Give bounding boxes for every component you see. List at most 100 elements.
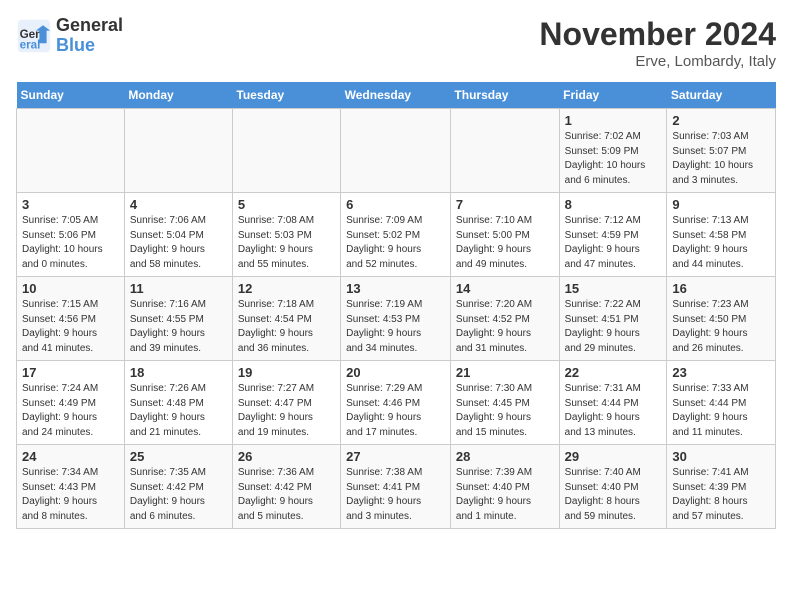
day-number: 18 [130,365,227,380]
weekday-header-row: SundayMondayTuesdayWednesdayThursdayFrid… [17,82,776,109]
day-number: 9 [672,197,770,212]
day-info: Sunrise: 7:06 AM Sunset: 5:04 PM Dayligh… [130,214,227,272]
day-number: 5 [238,197,335,212]
day-info: Sunrise: 7:16 AM Sunset: 4:55 PM Dayligh… [130,298,227,356]
calendar-cell: 20 Sunrise: 7:29 AM Sunset: 4:46 PM Dayli… [341,361,451,445]
calendar-cell: 5 Sunrise: 7:08 AM Sunset: 5:03 PM Daylig… [232,193,340,277]
day-number: 30 [672,449,770,464]
day-info: Sunrise: 7:03 AM Sunset: 5:07 PM Dayligh… [672,130,770,188]
day-info: Sunrise: 7:26 AM Sunset: 4:48 PM Dayligh… [130,382,227,440]
day-number: 25 [130,449,227,464]
day-number: 8 [565,197,662,212]
day-info: Sunrise: 7:05 AM Sunset: 5:06 PM Dayligh… [22,214,119,272]
day-number: 2 [672,113,770,128]
logo-text-line1: General [56,16,123,36]
day-info: Sunrise: 7:33 AM Sunset: 4:44 PM Dayligh… [672,382,770,440]
calendar-cell: 21Sunrise: 7:30 AM Sunset: 4:45 PM Dayli… [450,361,559,445]
weekday-header: Friday [559,82,667,109]
day-number: 22 [565,365,662,380]
calendar-cell: 24 Sunrise: 7:34 AM Sunset: 4:43 PM Dayli… [17,445,125,529]
day-number: 11 [130,281,227,296]
calendar-cell [450,109,559,193]
calendar-cell: 23 Sunrise: 7:33 AM Sunset: 4:44 PM Dayli… [667,361,776,445]
day-number: 6 [346,197,445,212]
day-info: Sunrise: 7:36 AM Sunset: 4:42 PM Dayligh… [238,466,335,524]
calendar-cell: 4 Sunrise: 7:06 AM Sunset: 5:04 PM Daylig… [124,193,232,277]
calendar-cell: 26 Sunrise: 7:36 AM Sunset: 4:42 PM Dayli… [232,445,340,529]
calendar-cell: 9 Sunrise: 7:13 AM Sunset: 4:58 PM Daylig… [667,193,776,277]
calendar-cell: 22 Sunrise: 7:31 AM Sunset: 4:44 PM Dayli… [559,361,667,445]
day-info: Sunrise: 7:13 AM Sunset: 4:58 PM Dayligh… [672,214,770,272]
calendar-cell: 17Sunrise: 7:24 AM Sunset: 4:49 PM Dayli… [17,361,125,445]
calendar-cell: 13 Sunrise: 7:19 AM Sunset: 4:53 PM Dayli… [341,277,451,361]
calendar-cell: 6 Sunrise: 7:09 AM Sunset: 5:02 PM Daylig… [341,193,451,277]
calendar-cell: 15 Sunrise: 7:22 AM Sunset: 4:51 PM Dayli… [559,277,667,361]
day-info: Sunrise: 7:19 AM Sunset: 4:53 PM Dayligh… [346,298,445,356]
calendar-week-row: 1 Sunrise: 7:02 AM Sunset: 5:09 PM Daylig… [17,109,776,193]
day-info: Sunrise: 7:38 AM Sunset: 4:41 PM Dayligh… [346,466,445,524]
day-number: 19 [238,365,335,380]
location: Erve, Lombardy, Italy [539,53,776,70]
day-info: Sunrise: 7:18 AM Sunset: 4:54 PM Dayligh… [238,298,335,356]
calendar-cell [341,109,451,193]
day-number: 1 [565,113,662,128]
day-number: 23 [672,365,770,380]
weekday-header: Wednesday [341,82,451,109]
calendar-cell: 25 Sunrise: 7:35 AM Sunset: 4:42 PM Dayli… [124,445,232,529]
logo-icon: Gen eral [16,18,52,54]
day-number: 28 [456,449,554,464]
day-number: 24 [22,449,119,464]
day-info: Sunrise: 7:15 AM Sunset: 4:56 PM Dayligh… [22,298,119,356]
day-number: 10 [22,281,119,296]
calendar-cell: 29 Sunrise: 7:40 AM Sunset: 4:40 PM Dayli… [559,445,667,529]
calendar-week-row: 3 Sunrise: 7:05 AM Sunset: 5:06 PM Daylig… [17,193,776,277]
day-info: Sunrise: 7:40 AM Sunset: 4:40 PM Dayligh… [565,466,662,524]
day-info: Sunrise: 7:08 AM Sunset: 5:03 PM Dayligh… [238,214,335,272]
day-number: 7 [456,197,554,212]
weekday-header: Saturday [667,82,776,109]
calendar-table: SundayMondayTuesdayWednesdayThursdayFrid… [16,82,776,529]
calendar-cell: 8Sunrise: 7:12 AM Sunset: 4:59 PM Daylig… [559,193,667,277]
calendar-cell: 28Sunrise: 7:39 AM Sunset: 4:40 PM Dayli… [450,445,559,529]
day-number: 3 [22,197,119,212]
day-info: Sunrise: 7:35 AM Sunset: 4:42 PM Dayligh… [130,466,227,524]
day-info: Sunrise: 7:22 AM Sunset: 4:51 PM Dayligh… [565,298,662,356]
day-info: Sunrise: 7:34 AM Sunset: 4:43 PM Dayligh… [22,466,119,524]
day-number: 29 [565,449,662,464]
logo: Gen eral General Blue [16,16,123,56]
calendar-cell: 12Sunrise: 7:18 AM Sunset: 4:54 PM Dayli… [232,277,340,361]
weekday-header: Sunday [17,82,125,109]
day-number: 13 [346,281,445,296]
day-info: Sunrise: 7:41 AM Sunset: 4:39 PM Dayligh… [672,466,770,524]
day-info: Sunrise: 7:09 AM Sunset: 5:02 PM Dayligh… [346,214,445,272]
day-number: 16 [672,281,770,296]
calendar-cell: 2 Sunrise: 7:03 AM Sunset: 5:07 PM Daylig… [667,109,776,193]
day-info: Sunrise: 7:29 AM Sunset: 4:46 PM Dayligh… [346,382,445,440]
weekday-header: Tuesday [232,82,340,109]
calendar-cell: 3 Sunrise: 7:05 AM Sunset: 5:06 PM Daylig… [17,193,125,277]
day-info: Sunrise: 7:30 AM Sunset: 4:45 PM Dayligh… [456,382,554,440]
svg-text:eral: eral [20,38,41,51]
calendar-week-row: 10 Sunrise: 7:15 AM Sunset: 4:56 PM Dayli… [17,277,776,361]
day-number: 15 [565,281,662,296]
day-number: 20 [346,365,445,380]
day-info: Sunrise: 7:20 AM Sunset: 4:52 PM Dayligh… [456,298,554,356]
day-info: Sunrise: 7:23 AM Sunset: 4:50 PM Dayligh… [672,298,770,356]
calendar-cell: 11 Sunrise: 7:16 AM Sunset: 4:55 PM Dayli… [124,277,232,361]
logo-text-line2: Blue [56,36,123,56]
page-header: Gen eral General Blue November 2024 Erve… [16,16,776,70]
calendar-cell: 30 Sunrise: 7:41 AM Sunset: 4:39 PM Dayli… [667,445,776,529]
day-number: 4 [130,197,227,212]
day-number: 26 [238,449,335,464]
day-number: 17 [22,365,119,380]
calendar-cell: 19Sunrise: 7:27 AM Sunset: 4:47 PM Dayli… [232,361,340,445]
calendar-cell [17,109,125,193]
calendar-cell: 16 Sunrise: 7:23 AM Sunset: 4:50 PM Dayli… [667,277,776,361]
day-info: Sunrise: 7:02 AM Sunset: 5:09 PM Dayligh… [565,130,662,188]
calendar-cell: 10 Sunrise: 7:15 AM Sunset: 4:56 PM Dayli… [17,277,125,361]
day-info: Sunrise: 7:31 AM Sunset: 4:44 PM Dayligh… [565,382,662,440]
weekday-header: Monday [124,82,232,109]
calendar-cell: 14Sunrise: 7:20 AM Sunset: 4:52 PM Dayli… [450,277,559,361]
calendar-cell: 18 Sunrise: 7:26 AM Sunset: 4:48 PM Dayli… [124,361,232,445]
calendar-cell [124,109,232,193]
